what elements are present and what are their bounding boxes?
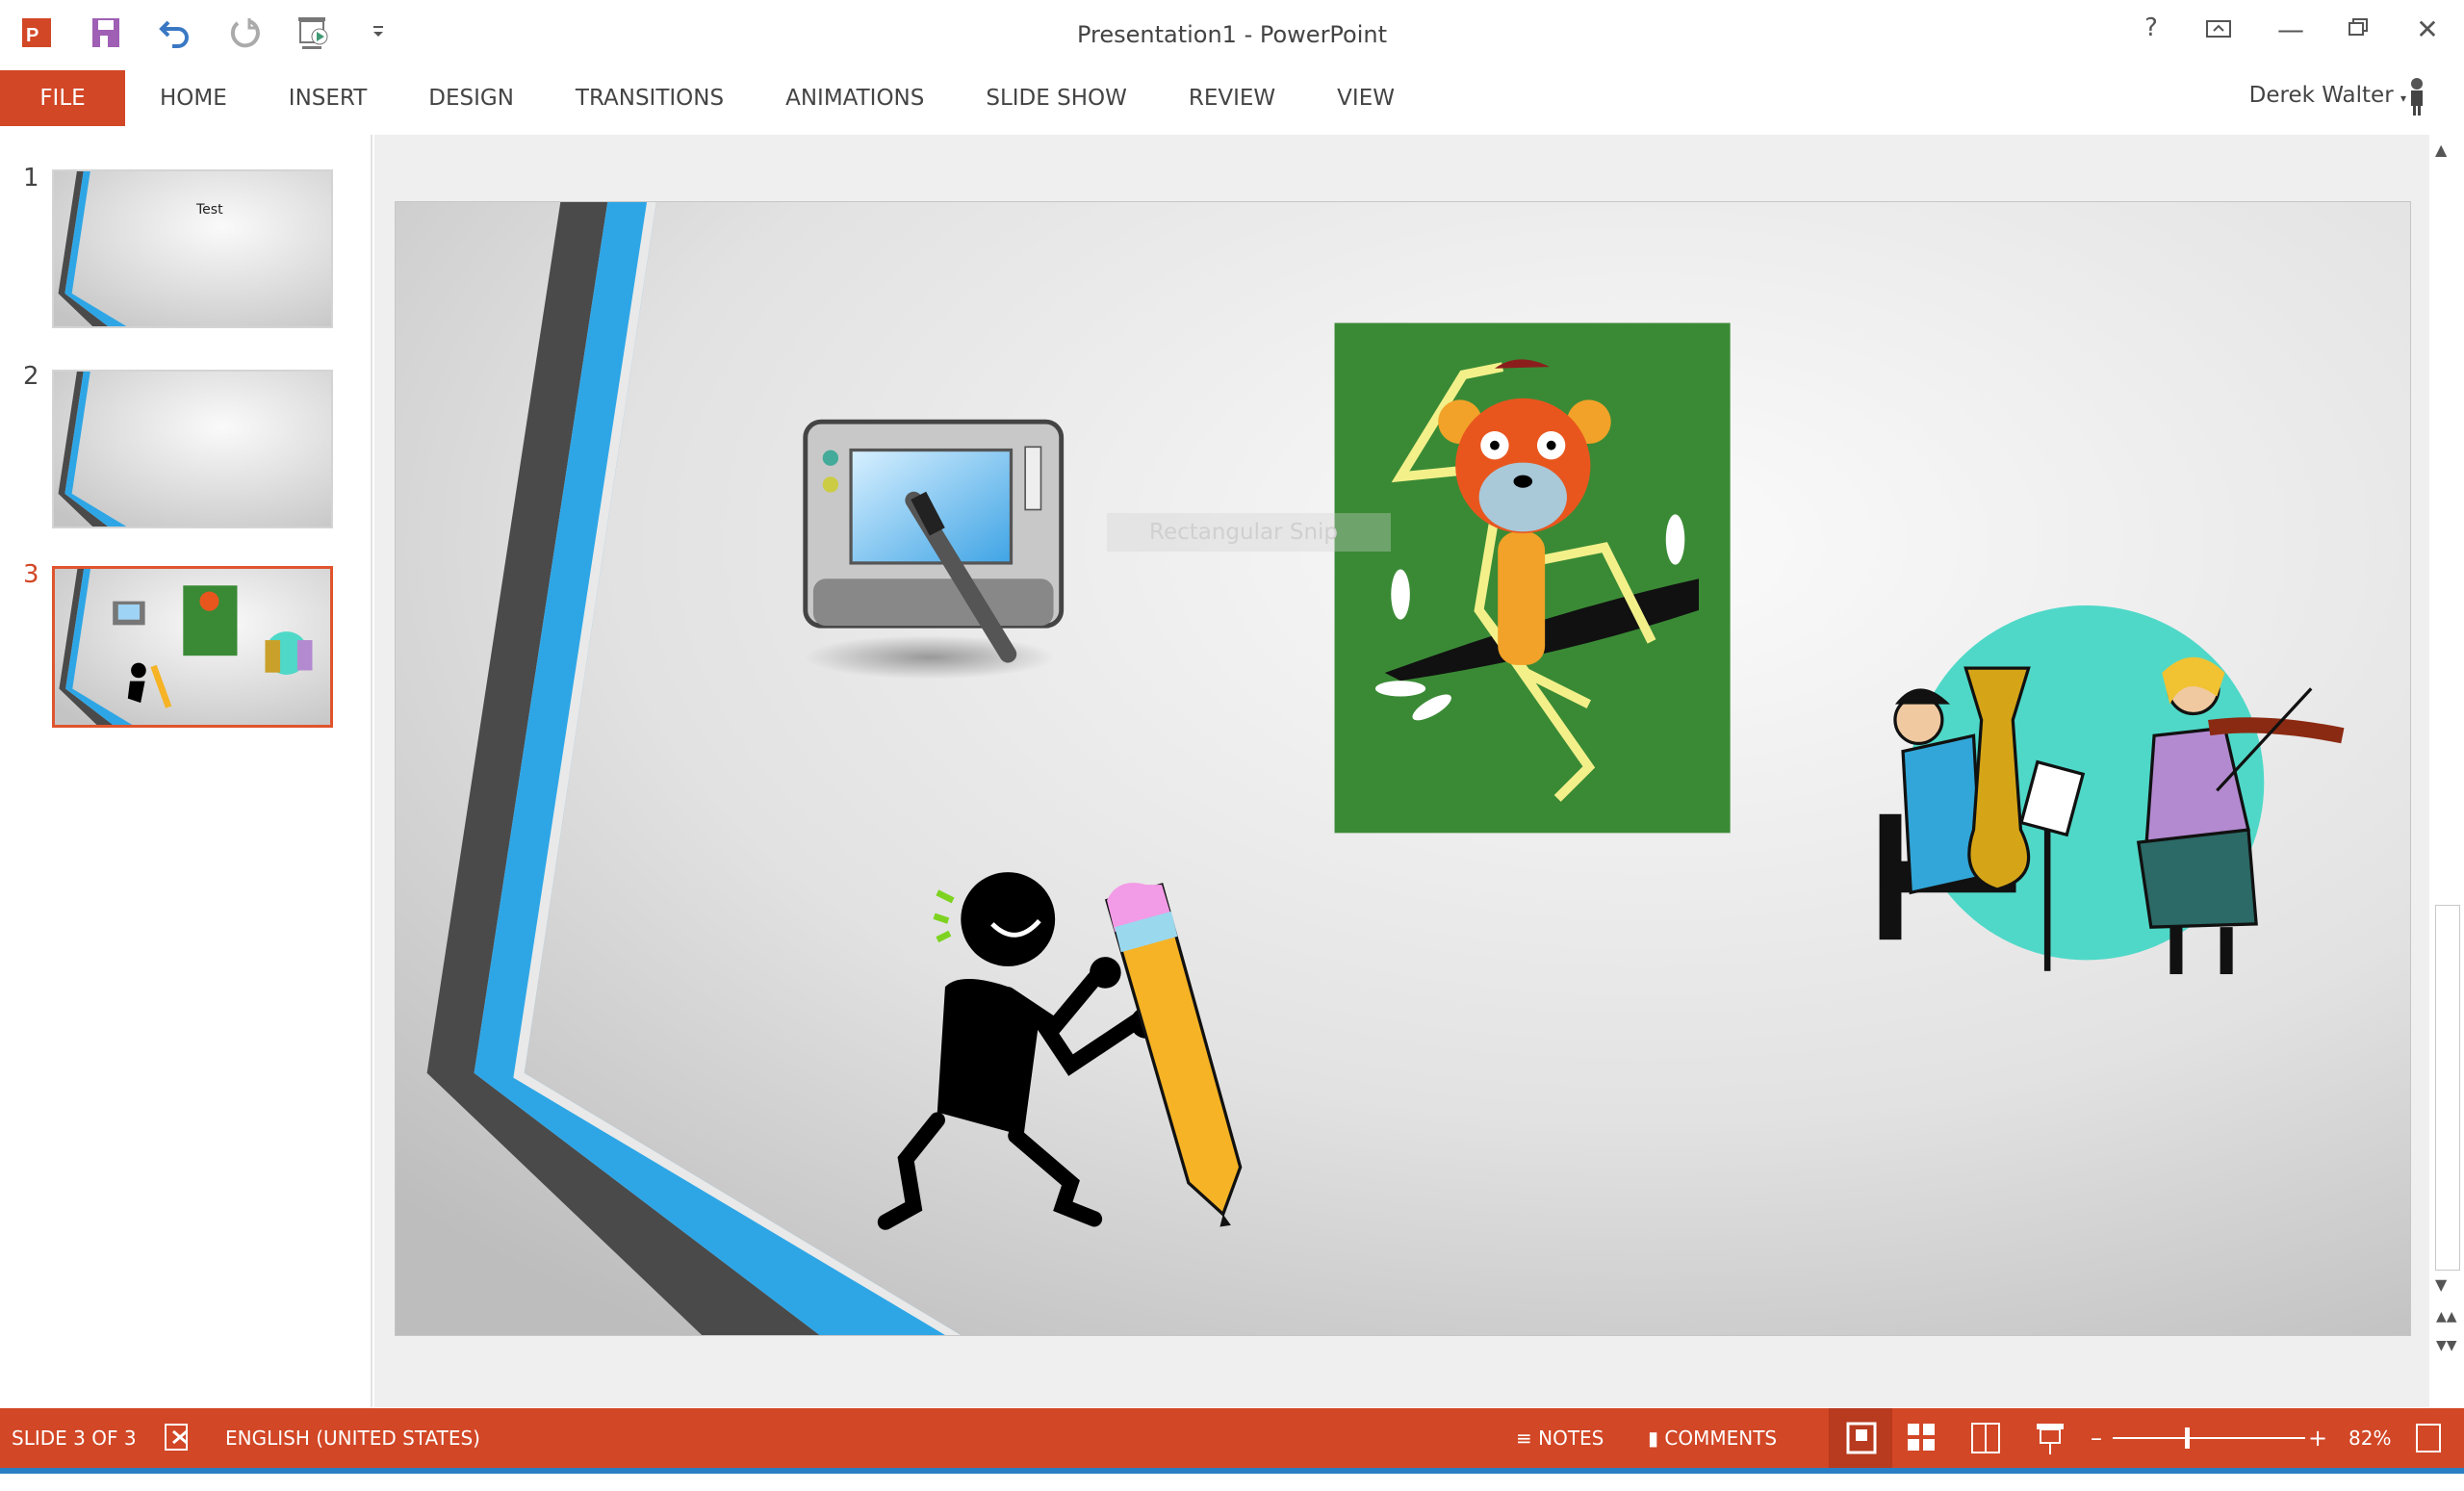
zoom-slider[interactable] bbox=[2113, 1427, 2305, 1449]
comments-label: COMMENTS bbox=[1664, 1427, 1778, 1450]
tab-file[interactable]: FILE bbox=[0, 70, 125, 126]
user-name: Derek Walter bbox=[2248, 83, 2394, 108]
slide-thumbnail-3[interactable] bbox=[52, 566, 333, 728]
restore-button[interactable] bbox=[2334, 13, 2382, 52]
minimize-button[interactable]: — bbox=[2267, 13, 2315, 52]
slide-thumbnails-pane: 1 Test 2 3 bbox=[0, 135, 372, 1407]
language-indicator[interactable]: ENGLISH (UNITED STATES) bbox=[225, 1408, 480, 1468]
notes-icon: ≡ bbox=[1516, 1427, 1532, 1450]
help-button[interactable]: ? bbox=[2127, 13, 2175, 52]
tab-insert[interactable]: INSERT bbox=[258, 70, 398, 126]
title-bar: P Presentation1 - PowerPoint ? — ✕ bbox=[0, 0, 2464, 67]
reading-view-button[interactable] bbox=[1968, 1408, 2007, 1473]
slide-thumbnail-2[interactable] bbox=[52, 370, 333, 528]
spell-check-icon[interactable] bbox=[162, 1408, 194, 1468]
slide-sorter-view-button[interactable] bbox=[1904, 1408, 1942, 1473]
normal-view-button[interactable] bbox=[1829, 1408, 1892, 1468]
vertical-scrollbar[interactable]: ▲ ▼ ▲▲ ▼▼ bbox=[2431, 135, 2462, 1407]
thumbnail-number: 2 bbox=[23, 362, 39, 391]
zoom-slider-thumb[interactable] bbox=[2185, 1427, 2190, 1449]
slide-counter: SLIDE 3 OF 3 bbox=[12, 1427, 137, 1450]
fit-slide-to-window-icon[interactable] bbox=[2416, 1424, 2441, 1452]
zoom-out-button[interactable]: – bbox=[2091, 1408, 2102, 1468]
slide-canvas[interactable] bbox=[395, 201, 2411, 1336]
scroll-down-icon[interactable]: ▼ bbox=[2435, 1275, 2447, 1294]
previous-slide-icon[interactable]: ▲▲ bbox=[2436, 1309, 2457, 1324]
zoom-level[interactable]: 82% bbox=[2348, 1408, 2391, 1468]
thumbnail-title: Test bbox=[196, 202, 223, 218]
status-bar: SLIDE 3 OF 3 ENGLISH (UNITED STATES) ≡ N… bbox=[0, 1408, 2464, 1468]
scrollbar-thumb[interactable] bbox=[2435, 905, 2460, 1271]
tab-view[interactable]: VIEW bbox=[1306, 70, 1425, 126]
window-title: Presentation1 - PowerPoint bbox=[1076, 21, 1388, 48]
scroll-up-icon[interactable]: ▲ bbox=[2435, 141, 2447, 159]
next-slide-icon[interactable]: ▼▼ bbox=[2436, 1338, 2457, 1353]
tab-design[interactable]: DESIGN bbox=[398, 70, 545, 126]
taskbar-strip bbox=[0, 1468, 2464, 1474]
tab-slide-show[interactable]: SLIDE SHOW bbox=[955, 70, 1158, 126]
rectangular-snip-overlay: Rectangular Snip bbox=[1107, 513, 1391, 552]
comment-icon: ▮ bbox=[1648, 1427, 1659, 1450]
tab-transitions[interactable]: TRANSITIONS bbox=[545, 70, 755, 126]
avatar[interactable] bbox=[2406, 77, 2427, 119]
close-button[interactable]: ✕ bbox=[2403, 13, 2451, 52]
ribbon-display-options-icon[interactable] bbox=[2194, 13, 2243, 52]
thumbnail-number: 3 bbox=[23, 560, 39, 589]
overlay-text: Rectangular Snip bbox=[1149, 520, 1339, 545]
zoom-in-button[interactable]: + bbox=[2308, 1408, 2327, 1468]
tab-review[interactable]: REVIEW bbox=[1158, 70, 1306, 126]
monkey-clipart bbox=[1334, 322, 1731, 834]
notes-label: NOTES bbox=[1538, 1427, 1604, 1450]
notes-button[interactable]: ≡ NOTES bbox=[1516, 1408, 1604, 1468]
tab-home[interactable]: HOME bbox=[125, 70, 258, 126]
user-account[interactable]: Derek Walter ▾ bbox=[2249, 83, 2406, 108]
thumbnail-number: 1 bbox=[23, 164, 39, 193]
comments-button[interactable]: ▮ COMMENTS bbox=[1648, 1408, 1777, 1468]
ribbon-tabs: FILE HOME INSERT DESIGN TRANSITIONS ANIM… bbox=[0, 70, 2464, 126]
slide-show-view-button[interactable] bbox=[2033, 1408, 2071, 1473]
slide-thumbnail-1[interactable]: Test bbox=[52, 169, 333, 328]
tab-animations[interactable]: ANIMATIONS bbox=[755, 70, 955, 126]
